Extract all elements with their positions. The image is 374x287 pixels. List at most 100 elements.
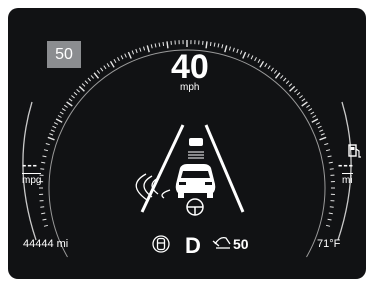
speedometer-tick — [45, 143, 50, 146]
odometer: 44444 mi — [23, 238, 69, 250]
speedometer-tick — [289, 85, 296, 92]
gear-indicator: D — [185, 233, 201, 258]
speedometer-tick — [273, 69, 278, 74]
speedometer-tick — [324, 143, 329, 146]
speedometer-tick — [81, 83, 86, 87]
speedometer-tick — [73, 92, 78, 96]
speedometer-tick — [158, 42, 161, 47]
range-value: --- — [338, 157, 354, 172]
speedometer-tick — [135, 48, 138, 54]
speedometer-tick — [328, 212, 333, 215]
speedometer-tick — [257, 59, 261, 63]
lead-vehicle-icon — [188, 138, 204, 159]
speedometer-tick — [84, 80, 89, 84]
speedometer-tick — [127, 51, 132, 59]
speedometer-tick — [146, 45, 150, 53]
speedometer-tick — [228, 46, 231, 51]
speedometer-tick — [232, 47, 235, 52]
speedometer-tick — [254, 57, 257, 62]
own-vehicle-icon — [175, 164, 216, 198]
speedometer-tick — [294, 89, 298, 93]
speedometer-tick — [96, 69, 101, 74]
speedometer-tick — [106, 63, 110, 68]
speedometer-tick — [283, 77, 287, 82]
speedometer-tick — [280, 75, 284, 79]
speedometer-tick — [301, 101, 308, 107]
lane-keep-assist-icon — [152, 235, 170, 253]
outside-temperature: 71°F — [317, 238, 341, 250]
speedometer-tick — [53, 122, 59, 125]
speedometer-tick — [131, 50, 135, 55]
speedometer-tick — [49, 133, 54, 136]
speedometer-tick — [103, 65, 107, 70]
speedometer-tick — [317, 125, 322, 129]
speedometer-tick — [117, 57, 120, 62]
cruise-set-speed: 50 — [233, 236, 249, 252]
speedometer-tick — [68, 98, 73, 102]
speed-unit: mph — [180, 82, 200, 93]
speedometer-tick — [40, 168, 45, 170]
speedometer-tick — [242, 51, 247, 59]
speedometer-tick — [93, 72, 100, 79]
speedometer-tick — [139, 47, 142, 52]
speedometer-tick — [41, 161, 46, 164]
speedometer-tick — [55, 118, 63, 123]
speedometer-tick — [64, 104, 68, 108]
speedometer-tick — [78, 85, 85, 92]
speedometer-tick — [143, 46, 146, 51]
speedometer-tick — [61, 108, 66, 112]
speedometer-tick — [209, 41, 212, 46]
speedometer-tick — [250, 55, 254, 60]
speedometer-tick — [328, 161, 333, 164]
speedometer-tick — [311, 118, 319, 123]
speedometer-tick — [66, 101, 73, 107]
speedometer-tick — [166, 41, 169, 49]
speedometer-tick — [47, 136, 52, 140]
speedometer-tick — [59, 111, 64, 115]
speedometer-tick — [120, 55, 124, 60]
speedometer-tick — [100, 67, 104, 72]
speedometer-tick — [296, 92, 301, 96]
speedometer-tick — [270, 67, 274, 72]
speedometer-tick — [325, 149, 331, 152]
speedometer-tick — [40, 206, 45, 208]
fuel-economy-value: --- — [22, 157, 38, 172]
speedometer-tick — [71, 95, 75, 99]
speedometer-tick — [322, 136, 327, 140]
speedometer-tick — [288, 83, 293, 87]
speedometer-tick — [217, 43, 220, 48]
speed-limit-sign: 50 — [47, 41, 81, 68]
speedometer-tick — [90, 75, 94, 79]
range-unit: mi — [342, 173, 353, 186]
speedometer-tick — [154, 43, 157, 48]
speedometer-tick — [221, 44, 224, 49]
speedometer-tick — [308, 108, 313, 112]
speedometer-tick — [52, 125, 57, 129]
speedometer-tick — [320, 133, 325, 136]
speed-limit-value: 50 — [55, 45, 73, 63]
speedometer-tick — [327, 218, 332, 221]
speedometer-tick — [259, 60, 265, 68]
fuel-economy-unit: mpg — [22, 173, 42, 186]
speedometer-tick — [315, 122, 321, 125]
speedometer-tick — [329, 206, 334, 208]
speedometer-tick — [319, 129, 324, 132]
right-lane-line — [204, 124, 245, 213]
speedometer-tick — [224, 45, 228, 53]
speedometer-tick — [150, 44, 153, 49]
speedometer-tick — [239, 50, 243, 55]
speedometer-tick — [162, 41, 165, 46]
speedometer-tick — [327, 155, 332, 158]
speedometer-tick — [306, 104, 310, 108]
speedometer-tick — [113, 59, 117, 63]
speedometer-tick — [50, 129, 55, 132]
cluster-display: 50 40 mph --- mpg --- mi 44444 mi 71°F D… — [8, 8, 366, 279]
speedometer-tick — [43, 149, 49, 152]
speedometer-tick — [42, 218, 47, 221]
speedometer-tick — [274, 72, 281, 79]
speedometer-tick — [329, 168, 334, 170]
speedometer-tick — [41, 212, 46, 215]
speedometer-tick — [312, 115, 317, 118]
speedometer-tick — [76, 89, 80, 93]
speedometer-tick — [42, 155, 47, 158]
